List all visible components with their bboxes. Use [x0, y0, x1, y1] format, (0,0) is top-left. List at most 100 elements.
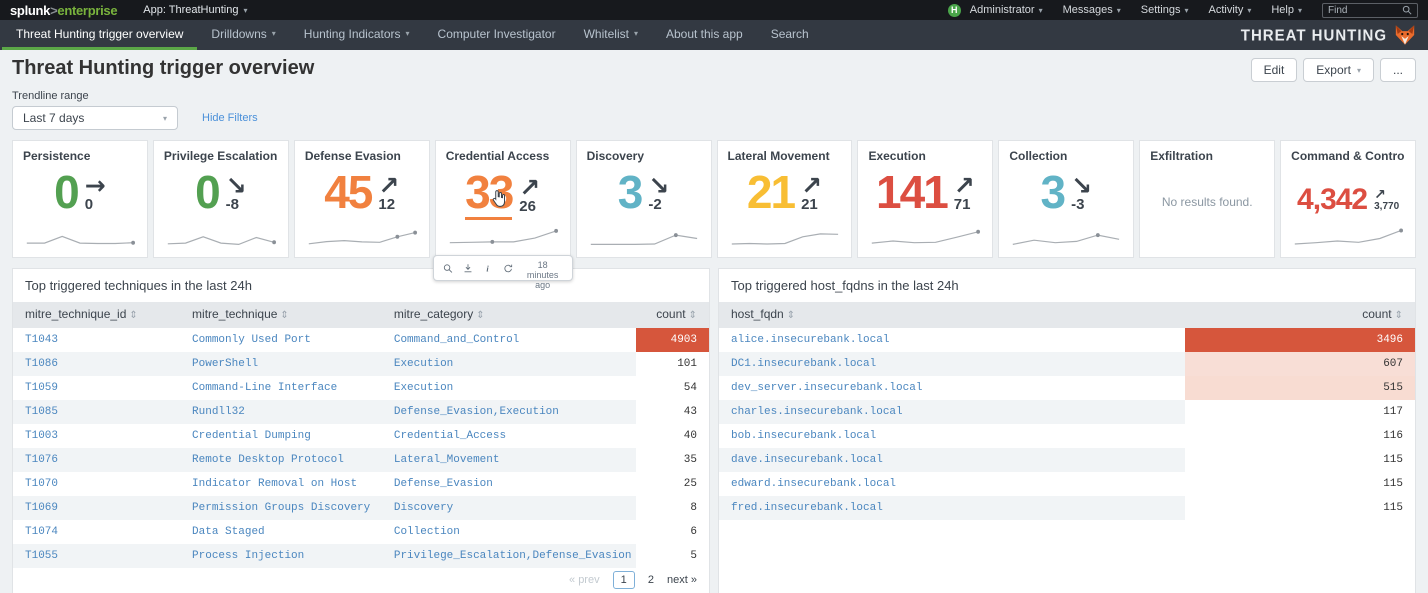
cell-count[interactable]: 115: [1185, 448, 1415, 472]
open-in-search-icon[interactable]: [443, 262, 453, 275]
page-2-button[interactable]: 2: [648, 574, 654, 586]
cell-mitre-technique-id[interactable]: T1003: [13, 424, 180, 448]
cell-mitre-technique-id[interactable]: T1059: [13, 376, 180, 400]
cell-count[interactable]: 3496: [1185, 328, 1415, 352]
cell-mitre-technique-id[interactable]: T1074: [13, 520, 180, 544]
table-row: dev_server.insecurebank.local515: [719, 376, 1415, 400]
nav-tab-drilldowns[interactable]: Drilldowns ▾: [197, 20, 289, 50]
cell-mitre-category[interactable]: Execution: [382, 352, 636, 376]
nav-tab-search[interactable]: Search: [757, 20, 823, 50]
find-input[interactable]: Find: [1322, 3, 1418, 18]
cell-mitre-category[interactable]: Defense_Evasion: [382, 472, 636, 496]
messages-menu[interactable]: Messages ▾: [1063, 4, 1121, 16]
app-menu[interactable]: App: ThreatHunting ▾: [143, 4, 247, 16]
cell-mitre-technique[interactable]: Rundll32: [180, 400, 382, 424]
cell-mitre-technique[interactable]: Commonly Used Port: [180, 328, 382, 352]
nav-tab-hunting-indicators[interactable]: Hunting Indicators ▾: [290, 20, 424, 50]
cell-host-fqdn[interactable]: dev_server.insecurebank.local: [719, 376, 1185, 400]
cell-mitre-category[interactable]: Defense_Evasion,Execution: [382, 400, 636, 424]
cell-host-fqdn[interactable]: bob.insecurebank.local: [719, 424, 1185, 448]
cell-mitre-technique[interactable]: Credential Dumping: [180, 424, 382, 448]
cell-mitre-technique[interactable]: Command-Line Interface: [180, 376, 382, 400]
kpi-card-persistence[interactable]: Persistence0→0: [12, 140, 148, 258]
nav-tab-about-this-app[interactable]: About this app: [652, 20, 757, 50]
cell-count[interactable]: 40: [636, 424, 709, 448]
cell-count[interactable]: 8: [636, 496, 709, 520]
col-header-mitre-category[interactable]: mitre_category⇕: [382, 302, 636, 328]
next-button[interactable]: next »: [667, 574, 697, 586]
cell-mitre-category[interactable]: Credential_Access: [382, 424, 636, 448]
cell-count[interactable]: 101: [636, 352, 709, 376]
cell-mitre-category[interactable]: Command_and_Control: [382, 328, 636, 352]
col-header-count[interactable]: count⇕: [1185, 302, 1415, 328]
export-button[interactable]: Export ▾: [1303, 58, 1374, 82]
cell-count[interactable]: 607: [1185, 352, 1415, 376]
cell-host-fqdn[interactable]: alice.insecurebank.local: [719, 328, 1185, 352]
cell-host-fqdn[interactable]: charles.insecurebank.local: [719, 400, 1185, 424]
kpi-card-command-control[interactable]: Command & Control4,342↗3,770: [1280, 140, 1416, 258]
kpi-card-defense-evasion[interactable]: Defense Evasion45↗12: [294, 140, 430, 258]
nav-tab-computer-investigator[interactable]: Computer Investigator: [424, 20, 570, 50]
activity-menu[interactable]: Activity ▾: [1209, 4, 1252, 16]
cell-count[interactable]: 117: [1185, 400, 1415, 424]
nav-tab-threat-hunting-trigger-overview[interactable]: Threat Hunting trigger overview: [2, 20, 197, 50]
cell-host-fqdn[interactable]: dave.insecurebank.local: [719, 448, 1185, 472]
cell-count[interactable]: 515: [1185, 376, 1415, 400]
export-icon[interactable]: [463, 262, 473, 275]
kpi-card-collection[interactable]: Collection3↘-3: [998, 140, 1134, 258]
cell-mitre-technique-id[interactable]: T1085: [13, 400, 180, 424]
help-menu[interactable]: Help ▾: [1271, 4, 1302, 16]
kpi-card-lateral-movement[interactable]: Lateral Movement21↗21: [717, 140, 853, 258]
col-header-mitre-technique[interactable]: mitre_technique⇕: [180, 302, 382, 328]
cell-count[interactable]: 5: [636, 544, 709, 568]
user-menu[interactable]: H Administrator ▾: [948, 4, 1043, 17]
edit-button[interactable]: Edit: [1251, 58, 1298, 82]
refresh-icon[interactable]: [503, 262, 513, 275]
cell-count[interactable]: 115: [1185, 496, 1415, 520]
col-header-mitre-technique-id[interactable]: mitre_technique_id⇕: [13, 302, 180, 328]
kpi-card-credential-access[interactable]: Credential Access33↗26i18 minutes ago: [435, 140, 571, 258]
cell-mitre-category[interactable]: Lateral_Movement: [382, 448, 636, 472]
cell-mitre-technique[interactable]: Data Staged: [180, 520, 382, 544]
cell-mitre-category[interactable]: Discovery: [382, 496, 636, 520]
cell-count[interactable]: 54: [636, 376, 709, 400]
kpi-card-privilege-escalation[interactable]: Privilege Escalation0↘-8: [153, 140, 289, 258]
cell-count[interactable]: 43: [636, 400, 709, 424]
cell-mitre-technique[interactable]: PowerShell: [180, 352, 382, 376]
sparkline: [1291, 225, 1405, 253]
cell-mitre-technique[interactable]: Permission Groups Discovery: [180, 496, 382, 520]
kpi-card-discovery[interactable]: Discovery3↘-2: [576, 140, 712, 258]
cell-mitre-technique[interactable]: Indicator Removal on Host: [180, 472, 382, 496]
cell-count[interactable]: 35: [636, 448, 709, 472]
cell-mitre-category[interactable]: Privilege_Escalation,Defense_Evasion: [382, 544, 636, 568]
cell-count[interactable]: 4903: [636, 328, 709, 352]
cell-mitre-technique-id[interactable]: T1076: [13, 448, 180, 472]
cell-count[interactable]: 115: [1185, 472, 1415, 496]
nav-tab-whitelist[interactable]: Whitelist ▾: [570, 20, 652, 50]
cell-host-fqdn[interactable]: fred.insecurebank.local: [719, 496, 1185, 520]
col-header-host-fqdn[interactable]: host_fqdn⇕: [719, 302, 1185, 328]
cell-count[interactable]: 6: [636, 520, 709, 544]
col-header-count[interactable]: count⇕: [636, 302, 709, 328]
kpi-card-exfiltration[interactable]: ExfiltrationNo results found.: [1139, 140, 1275, 258]
cell-host-fqdn[interactable]: edward.insecurebank.local: [719, 472, 1185, 496]
cell-mitre-technique[interactable]: Process Injection: [180, 544, 382, 568]
cell-mitre-technique-id[interactable]: T1086: [13, 352, 180, 376]
cell-mitre-technique-id[interactable]: T1055: [13, 544, 180, 568]
splunk-logo[interactable]: splunk > enterprise: [10, 3, 117, 18]
cell-mitre-technique-id[interactable]: T1043: [13, 328, 180, 352]
cell-mitre-category[interactable]: Collection: [382, 520, 636, 544]
hide-filters-link[interactable]: Hide Filters: [202, 112, 258, 124]
cell-host-fqdn[interactable]: DC1.insecurebank.local: [719, 352, 1185, 376]
settings-menu[interactable]: Settings ▾: [1141, 4, 1189, 16]
kpi-card-execution[interactable]: Execution141↗71: [857, 140, 993, 258]
cell-count[interactable]: 25: [636, 472, 709, 496]
more-button[interactable]: ...: [1380, 58, 1416, 82]
cell-count[interactable]: 116: [1185, 424, 1415, 448]
cell-mitre-technique-id[interactable]: T1069: [13, 496, 180, 520]
info-icon[interactable]: i: [483, 262, 493, 275]
cell-mitre-category[interactable]: Execution: [382, 376, 636, 400]
cell-mitre-technique-id[interactable]: T1070: [13, 472, 180, 496]
cell-mitre-technique[interactable]: Remote Desktop Protocol: [180, 448, 382, 472]
trendline-range-select[interactable]: Last 7 days ▾: [12, 106, 178, 130]
